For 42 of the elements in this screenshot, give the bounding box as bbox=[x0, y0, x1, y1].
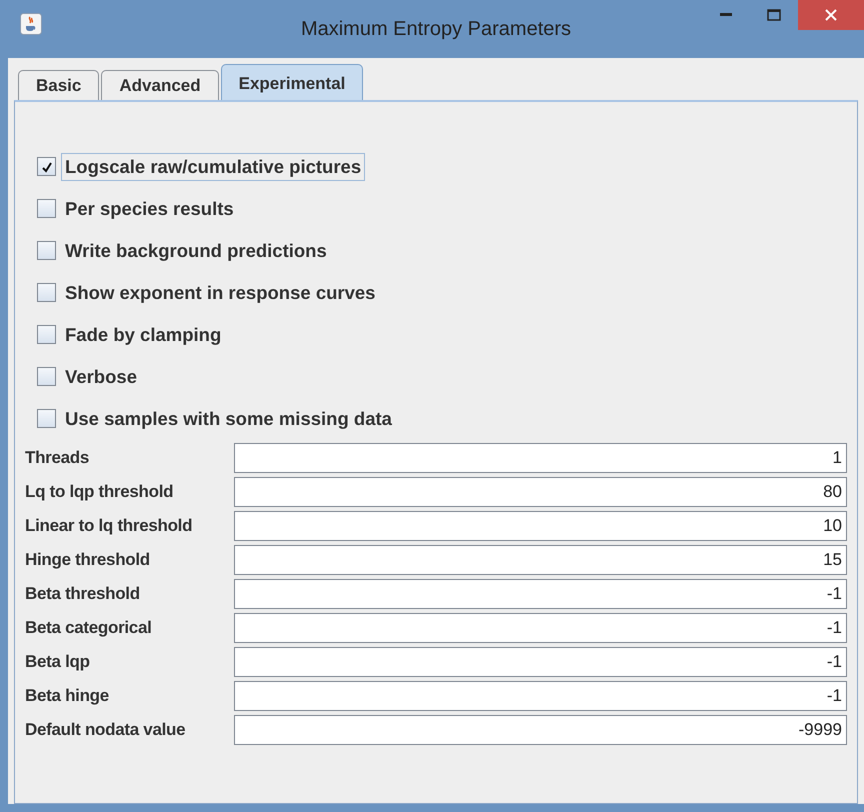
checkbox-label[interactable]: Fade by clamping bbox=[61, 320, 226, 348]
field-label: Threads bbox=[25, 447, 90, 469]
checkbox-label[interactable]: Write background predictions bbox=[61, 236, 331, 264]
input-field[interactable]: -1 bbox=[234, 681, 847, 711]
input-field[interactable]: 10 bbox=[234, 511, 847, 541]
close-button[interactable] bbox=[798, 0, 864, 30]
checkbox[interactable] bbox=[37, 157, 56, 176]
input-field[interactable]: -1 bbox=[234, 579, 847, 609]
field-label: Hinge threshold bbox=[25, 549, 151, 571]
checkbox-label[interactable]: Verbose bbox=[61, 362, 141, 390]
checkbox[interactable] bbox=[37, 409, 56, 428]
field-label: Beta lqp bbox=[25, 651, 91, 673]
checkbox-label[interactable]: Show exponent in response curves bbox=[61, 278, 380, 306]
check-icon bbox=[40, 160, 52, 172]
minimize-icon bbox=[720, 13, 732, 17]
tab[interactable]: Basic bbox=[18, 70, 100, 100]
input-field[interactable]: -1 bbox=[234, 647, 847, 677]
window-title: Maximum Entropy Parameters bbox=[300, 18, 572, 40]
close-icon bbox=[825, 9, 837, 21]
tab[interactable]: Advanced bbox=[101, 70, 219, 100]
checkbox-label[interactable]: Logscale raw/cumulative pictures bbox=[61, 152, 366, 180]
checkbox[interactable] bbox=[37, 325, 56, 344]
input-field[interactable]: -9999 bbox=[234, 715, 847, 745]
checkbox[interactable] bbox=[37, 283, 56, 302]
field-label: Beta threshold bbox=[25, 583, 141, 605]
checkbox[interactable] bbox=[37, 367, 56, 386]
checkbox[interactable] bbox=[37, 241, 56, 260]
input-field[interactable]: 80 bbox=[234, 477, 847, 507]
checkbox[interactable] bbox=[37, 199, 56, 218]
field-label: Default nodata value bbox=[25, 719, 186, 741]
field-label: Linear to lq threshold bbox=[25, 515, 194, 537]
checkbox-label[interactable]: Per species results bbox=[61, 194, 238, 222]
field-label: Lq to lqp threshold bbox=[25, 481, 174, 503]
input-field[interactable]: -1 bbox=[234, 613, 847, 643]
tab[interactable]: Experimental bbox=[220, 64, 364, 100]
coffee-cup-icon bbox=[20, 13, 42, 35]
field-label: Beta categorical bbox=[25, 617, 153, 639]
field-label: Beta hinge bbox=[25, 685, 110, 707]
input-field[interactable]: 15 bbox=[234, 545, 847, 575]
maximize-icon bbox=[767, 9, 781, 21]
checkbox-label[interactable]: Use samples with some missing data bbox=[61, 404, 396, 432]
input-field[interactable]: 1 bbox=[234, 443, 847, 473]
